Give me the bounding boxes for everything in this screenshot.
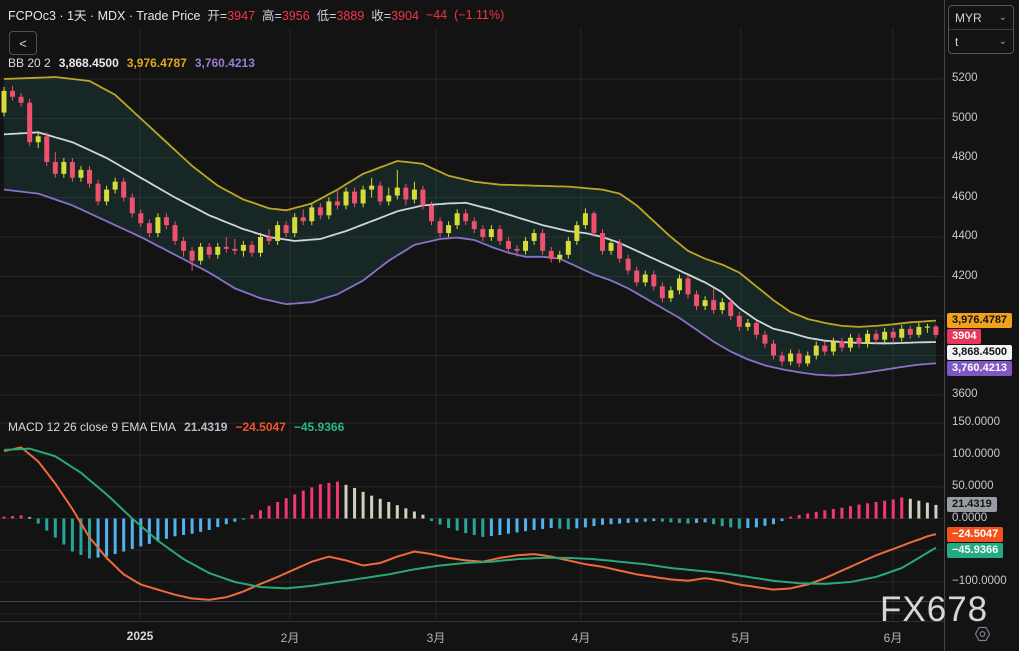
macd-badge: −45.9366	[947, 542, 1004, 558]
change-value: −44	[425, 7, 448, 22]
chevron-left-icon: <	[19, 35, 27, 51]
axis-settings-box: MYR ⌄ t ⌄	[948, 5, 1014, 54]
currency-value: MYR	[955, 10, 982, 25]
bb-basis-value: 3,868.4500	[58, 56, 119, 70]
currency-dropdown[interactable]: MYR ⌄	[949, 6, 1013, 29]
price-tick-label: 3600	[952, 388, 978, 400]
macd-line-value: −24.5047	[235, 420, 286, 434]
price-badge: 3,760.4213	[947, 361, 1013, 377]
chevron-down-icon: ⌄	[998, 12, 1007, 23]
macd-pane	[2, 446, 938, 601]
unit-value: t	[955, 34, 959, 49]
time-axis[interactable]: 2025 2月 3月 4月 5月 6月	[0, 621, 1019, 651]
timezone-hexagon-icon[interactable]	[973, 625, 992, 648]
price-tick-label: 4800	[952, 151, 978, 163]
time-axis-year-label: 2025	[126, 629, 154, 643]
ohlc-low: 低=3889	[316, 9, 365, 23]
ohlc-close: 收=3904	[371, 9, 419, 23]
macd-signal-value: −45.9366	[293, 420, 345, 434]
time-axis-month-label: 3月	[426, 631, 446, 645]
macd-tick-label: 150.0000	[952, 416, 1000, 429]
symbol-title[interactable]: FCPOc3 · 1天 · MDX · Trade Price	[8, 5, 200, 24]
price-badge: 3,868.4500	[947, 345, 1013, 361]
bb-upper-value: 3,976.4787	[126, 56, 187, 70]
symbol-header: FCPOc3 · 1天 · MDX · Trade Price 开=3947 高…	[8, 5, 504, 24]
price-tick-label: 4400	[952, 230, 978, 242]
macd-badge: 21.4319	[947, 497, 997, 513]
macd-hist-value: 21.4319	[184, 420, 228, 434]
price-pane	[1, 76, 939, 377]
chart-canvas[interactable]	[0, 0, 1019, 651]
change-percent: (−1.11%)	[454, 7, 505, 22]
price-tick-label: 5200	[952, 72, 978, 84]
time-axis-month-label: 6月	[883, 631, 903, 645]
price-badge: 3904	[947, 329, 982, 345]
time-axis-month-label: 4月	[571, 631, 591, 645]
bb-lower-value: 3,760.4213	[194, 56, 255, 70]
price-tick-label: 4200	[952, 269, 978, 282]
ohlc-high: 高=3956	[262, 9, 310, 23]
price-tick-label: 4600	[952, 190, 978, 203]
ohlc-open: 开=3947	[207, 9, 256, 23]
time-axis-month-label: 5月	[731, 631, 751, 645]
macd-tick-label: −100.0000	[952, 575, 1007, 587]
price-badge: 3,976.4787	[947, 313, 1013, 329]
macd-tick-label: 100.0000	[952, 448, 1000, 460]
macd-badge: −24.5047	[947, 526, 1004, 542]
chevron-down-icon: ⌄	[998, 36, 1007, 47]
bb-title: BB 20 2	[8, 56, 51, 70]
back-button[interactable]: <	[9, 31, 37, 55]
price-tick-label: 5000	[952, 111, 978, 124]
time-axis-month-label: 2月	[280, 631, 300, 645]
unit-dropdown[interactable]: t ⌄	[949, 29, 1013, 53]
macd-tick-label: 0.0000	[952, 511, 988, 524]
bb-indicator-legend[interactable]: BB 20 2 3,868.4500 3,976.4787 3,760.4213	[8, 56, 255, 70]
macd-indicator-legend[interactable]: MACD 12 26 close 9 EMA EMA 21.4319 −24.5…	[8, 420, 344, 434]
macd-tick-label: 50.0000	[952, 479, 994, 492]
chart-window: FCPOc3 · 1天 · MDX · Trade Price 开=3947 高…	[0, 0, 1019, 651]
macd-title: MACD 12 26 close 9 EMA EMA	[8, 420, 177, 434]
price-axis[interactable]: MYR ⌄ t ⌄ 5200 5000 4800 4600 4400 4200 3600 15…	[944, 0, 1019, 651]
